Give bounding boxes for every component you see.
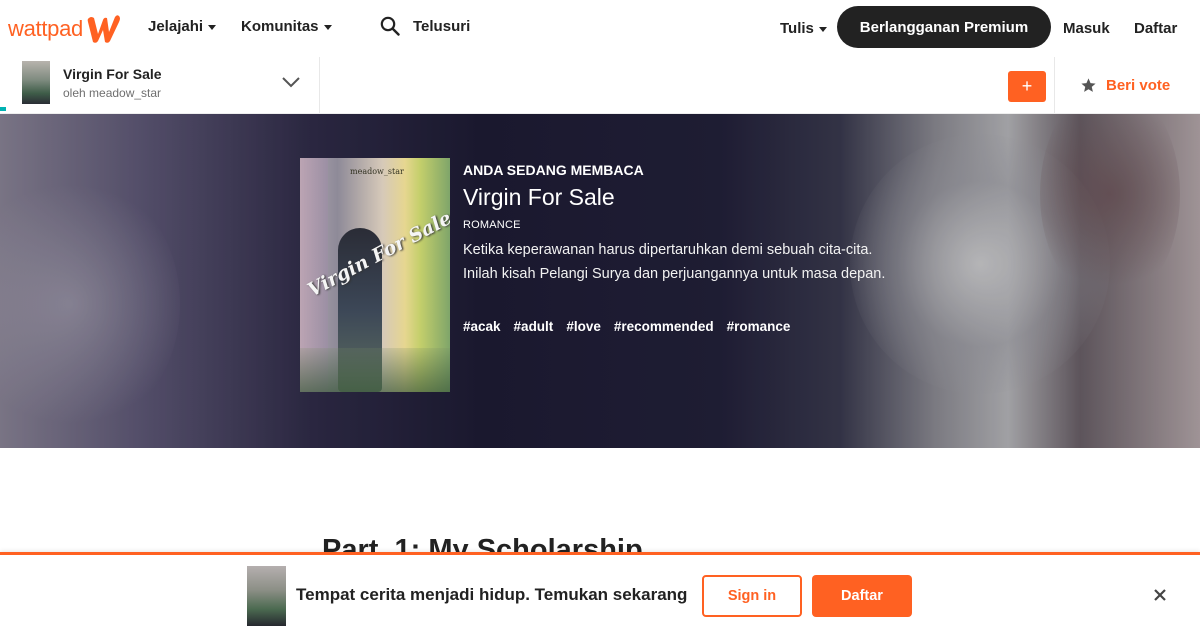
- story-heading[interactable]: Virgin For Sale: [463, 184, 615, 211]
- divider: [319, 57, 320, 113]
- story-description: Ketika keperawanan harus dipertaruhkan d…: [463, 242, 886, 282]
- star-icon: [1081, 78, 1096, 92]
- cover-author: meadow_star: [350, 167, 404, 176]
- reading-label: ANDA SEDANG MEMBACA: [463, 162, 644, 178]
- story-author[interactable]: oleh meadow_star: [63, 86, 161, 100]
- tag[interactable]: #love: [566, 319, 601, 334]
- banner-text: Tempat cerita menjadi hidup. Temukan sek…: [296, 585, 688, 604]
- logo-text: wattpad: [8, 16, 83, 41]
- story-thumbnail[interactable]: [22, 61, 50, 104]
- login-link[interactable]: Masuk: [1063, 20, 1110, 37]
- write-menu[interactable]: Tulis: [780, 20, 827, 37]
- add-to-list-button[interactable]: +: [1008, 71, 1046, 102]
- reading-progress-bar: [0, 107, 6, 111]
- wattpad-w-icon: [87, 15, 120, 43]
- vote-button[interactable]: Beri vote: [1080, 77, 1170, 94]
- close-icon[interactable]: [1152, 587, 1168, 603]
- community-menu[interactable]: Komunitas: [241, 18, 332, 35]
- tag[interactable]: #acak: [463, 319, 501, 334]
- tag[interactable]: #recommended: [614, 319, 714, 334]
- genre-label[interactable]: ROMANCE: [463, 219, 521, 231]
- caret-down-icon: [818, 27, 827, 32]
- chevron-down-icon[interactable]: [280, 75, 302, 89]
- story-cover[interactable]: meadow_star Virgin For Sale: [300, 158, 450, 392]
- banner-story-thumbnail: [247, 566, 286, 626]
- search-icon[interactable]: [380, 16, 400, 36]
- search-input[interactable]: [413, 17, 673, 35]
- vote-label: Beri vote: [1106, 77, 1171, 94]
- register-button[interactable]: Daftar: [812, 575, 912, 617]
- story-title[interactable]: Virgin For Sale: [63, 66, 162, 82]
- cover-art: [300, 348, 450, 392]
- story-hero: meadow_star Virgin For Sale ANDA SEDANG …: [0, 114, 1200, 448]
- tag-list: #acak #adult #love #recommended #romance: [463, 319, 803, 334]
- write-label: Tulis: [780, 20, 814, 37]
- tag[interactable]: #adult: [514, 319, 554, 334]
- story-bar: Virgin For Sale oleh meadow_star + Beri …: [0, 57, 1200, 114]
- community-label: Komunitas: [241, 18, 319, 35]
- divider: [1054, 57, 1055, 113]
- wattpad-logo[interactable]: wattpad: [8, 12, 121, 46]
- premium-button[interactable]: Berlangganan Premium: [837, 6, 1051, 48]
- explore-menu[interactable]: Jelajahi: [148, 18, 217, 35]
- top-navigation: wattpad Jelajahi Komunitas Tulis Berlang…: [0, 0, 1200, 57]
- sign-in-button[interactable]: Sign in: [702, 575, 802, 617]
- caret-down-icon: [323, 25, 332, 30]
- explore-label: Jelajahi: [148, 18, 204, 35]
- caret-down-icon: [208, 25, 217, 30]
- signup-banner: Tempat cerita menjadi hidup. Temukan sek…: [0, 552, 1200, 630]
- signup-link[interactable]: Daftar: [1134, 20, 1177, 37]
- search-bar: [380, 16, 673, 36]
- tag[interactable]: #romance: [727, 319, 791, 334]
